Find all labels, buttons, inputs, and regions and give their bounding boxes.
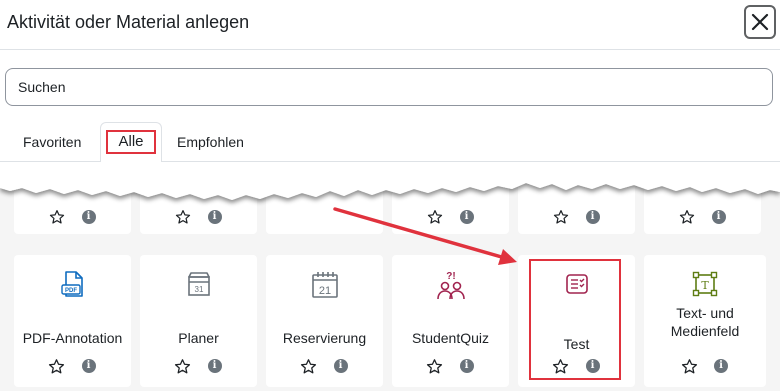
dialog-header: Aktivität oder Material anlegen <box>0 0 780 50</box>
calendar-reservation-icon: 21 <box>266 269 383 301</box>
activity-label: StudentQuiz <box>411 330 490 346</box>
card-actions: i <box>644 357 766 375</box>
card-actions: i <box>14 357 131 375</box>
close-button[interactable] <box>744 5 776 39</box>
student-quiz-icon: ?! <box>392 269 509 301</box>
activity-card-pdf-annotation[interactable]: PDF PDF-Annotation i <box>14 255 131 387</box>
tab-favoriten[interactable]: Favoriten <box>23 122 81 162</box>
svg-text:PDF: PDF <box>65 288 77 294</box>
activity-card-reservierung[interactable]: 21 Reservierung i <box>266 255 383 387</box>
activity-card-studentquiz[interactable]: ?! StudentQuiz i <box>392 255 509 387</box>
tab-bar: Favoriten Alle Empfohlen <box>0 122 780 163</box>
tab-empfohlen[interactable]: Empfohlen <box>177 122 244 162</box>
activity-label: PDF-Annotation <box>22 330 123 346</box>
info-icon[interactable]: i <box>332 357 350 375</box>
card-actions: i <box>266 357 383 375</box>
activity-card-text-medienfeld[interactable]: T Text- und Medienfeld i <box>644 255 766 387</box>
calendar-planner-icon: 31 <box>140 269 257 299</box>
pdf-file-icon: PDF <box>14 269 131 299</box>
search-input[interactable] <box>5 68 773 106</box>
activity-label: Text- und Medienfeld <box>670 305 740 339</box>
card-actions: i <box>392 357 509 375</box>
dialog-title: Aktivität oder Material anlegen <box>7 12 250 32</box>
info-icon[interactable]: i <box>80 357 98 375</box>
svg-text:31: 31 <box>194 285 203 294</box>
star-icon[interactable] <box>48 357 66 375</box>
tab-alle[interactable]: Alle <box>100 122 162 163</box>
test-highlight-frame <box>529 259 621 380</box>
info-glyph: i <box>81 359 96 373</box>
close-icon <box>751 13 769 31</box>
svg-text:21: 21 <box>318 285 330 297</box>
info-glyph: i <box>207 359 222 373</box>
tab-alle-label: Alle <box>106 130 156 154</box>
svg-text:?!: ?! <box>446 271 455 282</box>
info-glyph: i <box>333 359 348 373</box>
activity-label: Reservierung <box>282 330 367 346</box>
info-icon[interactable]: i <box>458 357 476 375</box>
star-icon[interactable] <box>680 357 698 375</box>
info-icon[interactable]: i <box>712 357 730 375</box>
info-glyph: i <box>714 359 728 373</box>
star-icon[interactable] <box>174 357 192 375</box>
info-icon[interactable]: i <box>206 357 224 375</box>
star-icon[interactable] <box>300 357 318 375</box>
activity-card-planer[interactable]: 31 Planer i <box>140 255 257 387</box>
torn-edge-divider <box>0 162 780 200</box>
svg-text:T: T <box>701 279 709 292</box>
activity-label: Planer <box>178 330 219 346</box>
text-media-icon: T <box>644 269 766 299</box>
info-glyph: i <box>459 359 474 373</box>
star-icon[interactable] <box>426 357 444 375</box>
card-actions: i <box>140 357 257 375</box>
